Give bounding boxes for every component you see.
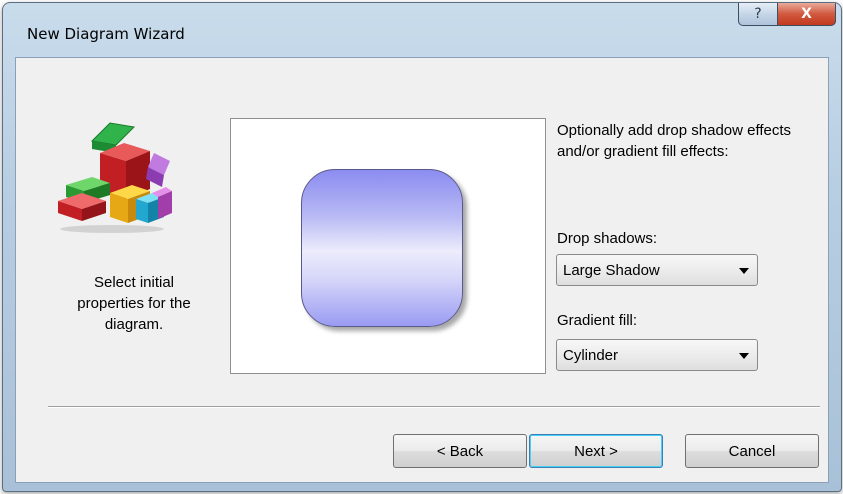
help-icon: ? [754,6,762,22]
gradient-fill-value: Cylinder [563,347,619,364]
chevron-down-icon [739,268,749,274]
options-intro: Optionally add drop shadow effects and/o… [557,122,792,160]
diagram-preview [230,118,546,374]
drop-shadows-select[interactable]: Large Shadow [556,254,758,286]
drop-shadows-label: Drop shadows: [557,230,658,247]
drop-shadows-value: Large Shadow [563,262,660,279]
dialog-window: New Diagram Wizard ? X Select initial pr… [2,2,842,492]
next-button[interactable]: Next > [529,434,663,468]
gradient-fill-label: Gradient fill: [557,312,638,329]
colored-blocks-icon [58,122,172,233]
cancel-button[interactable]: Cancel [685,434,819,468]
chevron-down-icon [739,353,749,359]
dialog-content: Select initial properties for the diagra… [15,57,829,483]
wizard-description: Select initial properties for the diagra… [77,274,191,333]
help-button[interactable]: ? [738,3,778,26]
preview-shape [301,169,463,327]
close-icon: X [801,6,812,22]
window-title: New Diagram Wizard [27,25,185,43]
back-button[interactable]: < Back [393,434,527,468]
separator [48,406,820,408]
gradient-fill-select[interactable]: Cylinder [556,339,758,371]
close-button[interactable]: X [777,3,836,26]
